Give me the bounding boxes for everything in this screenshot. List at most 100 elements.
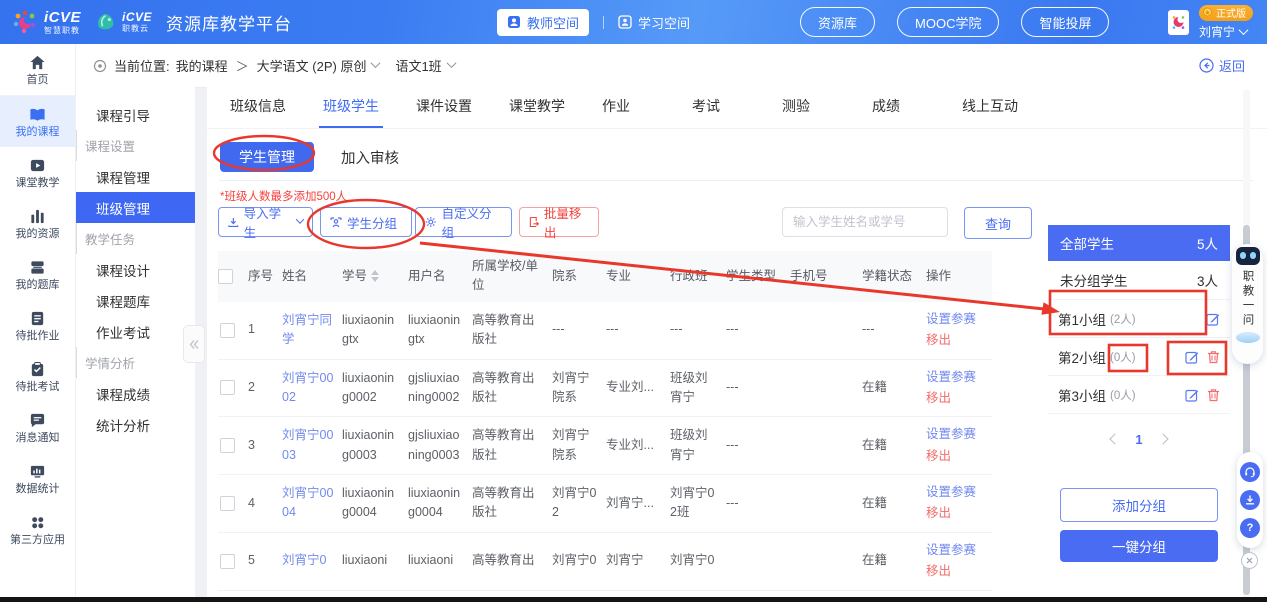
edit-icon[interactable] bbox=[1185, 350, 1199, 364]
student-name-link[interactable]: 刘宵宁同学 bbox=[282, 311, 334, 350]
user-menu[interactable]: 刘宵宁 bbox=[1199, 23, 1247, 40]
sidebar-item-messages[interactable]: 消息通知 bbox=[0, 402, 75, 453]
assistant-widget[interactable]: 职教一问 bbox=[1232, 244, 1263, 364]
course-select[interactable]: 大学语文 (2P) 原创 bbox=[257, 56, 380, 75]
smart-cast-button[interactable]: 智能投屏 bbox=[1021, 7, 1109, 37]
submenu-course-management[interactable]: 课程管理 bbox=[75, 161, 195, 192]
subtab-join-review[interactable]: 加入审核 bbox=[341, 147, 399, 168]
delete-trash-icon[interactable] bbox=[1207, 350, 1220, 364]
cell-school: 高等教育出版社 bbox=[472, 475, 552, 532]
tab-online-interaction[interactable]: 线上互动 bbox=[962, 96, 1018, 128]
query-button[interactable]: 查询 bbox=[964, 207, 1032, 239]
row-checkbox[interactable] bbox=[220, 438, 235, 453]
sort-icon[interactable] bbox=[371, 270, 379, 282]
row-checkbox[interactable] bbox=[220, 323, 235, 338]
remove-link[interactable]: 移出 bbox=[926, 504, 951, 523]
row-checkbox[interactable] bbox=[220, 380, 235, 395]
edit-icon[interactable] bbox=[1206, 312, 1220, 326]
resource-library-button[interactable]: 资源库 bbox=[800, 7, 875, 37]
remove-link[interactable]: 移出 bbox=[926, 389, 951, 408]
sidebar-item-pending-exams[interactable]: 待批考试 bbox=[0, 351, 75, 402]
remove-link[interactable]: 移出 bbox=[926, 562, 951, 581]
submenu-course-question-bank[interactable]: 课程题库 bbox=[75, 285, 195, 316]
medal-icon bbox=[1202, 7, 1213, 18]
header-student-id[interactable]: 学号 bbox=[342, 251, 408, 302]
all-students-count: 5人 bbox=[1197, 233, 1218, 253]
sidebar-item-statistics[interactable]: 数据统计 bbox=[0, 453, 75, 504]
prev-page-icon[interactable] bbox=[1110, 433, 1121, 444]
remove-link[interactable]: 移出 bbox=[926, 447, 951, 466]
row-checkbox[interactable] bbox=[220, 554, 235, 569]
student-search-input[interactable] bbox=[782, 207, 948, 237]
sidebar-item-my-courses[interactable]: 我的课程 bbox=[0, 96, 75, 147]
group-row-1[interactable]: 第1小组 (2人) bbox=[1048, 300, 1230, 338]
app-shortcut-icon[interactable] bbox=[1168, 10, 1189, 35]
close-floating-button[interactable] bbox=[1241, 552, 1258, 569]
tab-grades[interactable]: 成绩 bbox=[872, 96, 900, 128]
group-row-3[interactable]: 第3小组 (0人) bbox=[1048, 376, 1230, 414]
sidebar-item-my-resources[interactable]: 我的资源 bbox=[0, 198, 75, 249]
mooc-college-button[interactable]: MOOC学院 bbox=[897, 7, 999, 37]
brand-icve-zhijiaoyun[interactable]: iCVE 职教云 bbox=[95, 11, 152, 33]
tab-exam[interactable]: 考试 bbox=[692, 96, 720, 128]
custom-grouping-button[interactable]: 自定义分组 bbox=[415, 207, 512, 237]
sidebar-item-label: 消息通知 bbox=[16, 433, 60, 444]
support-headset-button[interactable] bbox=[1240, 462, 1260, 482]
sidebar-item-pending-homework[interactable]: 待批作业 bbox=[0, 300, 75, 351]
set-contest-link[interactable]: 设置参赛 bbox=[926, 483, 976, 502]
select-all-checkbox[interactable] bbox=[218, 269, 233, 284]
sidebar-item-my-question-bank[interactable]: 我的题库 bbox=[0, 249, 75, 300]
back-button[interactable]: 返回 bbox=[1199, 56, 1245, 75]
tab-class-students[interactable]: 班级学生 bbox=[323, 96, 379, 128]
subtab-student-management[interactable]: 学生管理 bbox=[220, 142, 314, 172]
delete-trash-icon[interactable] bbox=[1207, 388, 1220, 402]
tab-courseware-settings[interactable]: 课件设置 bbox=[416, 96, 472, 128]
student-name-link[interactable]: 刘宵宁0003 bbox=[282, 426, 334, 465]
breadcrumb-root[interactable]: 我的课程 bbox=[176, 56, 228, 75]
submenu-statistical-analysis[interactable]: 统计分析 bbox=[75, 409, 195, 440]
tab-class-info[interactable]: 班级信息 bbox=[230, 96, 286, 128]
set-contest-link[interactable]: 设置参赛 bbox=[926, 310, 976, 329]
teacher-space-button[interactable]: 教师空间 bbox=[497, 9, 589, 36]
set-contest-link[interactable]: 设置参赛 bbox=[926, 541, 976, 560]
set-contest-link[interactable]: 设置参赛 bbox=[926, 425, 976, 444]
one-click-group-button[interactable]: 一键分组 bbox=[1060, 530, 1218, 562]
import-students-button[interactable]: 导入学生 bbox=[218, 207, 313, 237]
ungrouped-students-row[interactable]: 未分组学生 3人 bbox=[1048, 261, 1230, 300]
platform-title: 资源库教学平台 bbox=[166, 10, 292, 35]
next-page-icon[interactable] bbox=[1157, 433, 1168, 444]
sidebar-item-home[interactable]: 首页 bbox=[0, 44, 75, 96]
class-select[interactable]: 语文1班 bbox=[395, 56, 454, 75]
all-students-row[interactable]: 全部学生 5人 bbox=[1048, 225, 1230, 261]
tab-quiz[interactable]: 测验 bbox=[782, 96, 810, 128]
set-contest-link[interactable]: 设置参赛 bbox=[926, 368, 976, 387]
batch-remove-label: 批量移出 bbox=[544, 203, 589, 241]
brand-icve-zhihui[interactable]: iCVE 智慧职教 bbox=[12, 9, 81, 35]
tab-homework[interactable]: 作业 bbox=[602, 96, 630, 128]
submenu-course-grades[interactable]: 课程成绩 bbox=[75, 378, 195, 409]
help-button[interactable]: ? bbox=[1240, 518, 1260, 538]
student-grouping-button[interactable]: 学生分组 bbox=[320, 207, 412, 237]
submenu-homework-exam[interactable]: 作业考试 bbox=[75, 316, 195, 347]
sidebar-item-classroom-teaching[interactable]: 课堂教学 bbox=[0, 147, 75, 198]
submenu-class-management[interactable]: 班级管理 bbox=[75, 192, 195, 223]
download-button[interactable] bbox=[1240, 490, 1260, 510]
add-group-button[interactable]: 添加分组 bbox=[1060, 488, 1218, 522]
edit-icon[interactable] bbox=[1185, 388, 1199, 402]
submenu-course-guide[interactable]: 课程引导 bbox=[75, 99, 195, 130]
remove-link[interactable]: 移出 bbox=[926, 331, 951, 350]
student-name-link[interactable]: 刘宵宁0004 bbox=[282, 484, 334, 523]
student-name-link[interactable]: 刘宵宁0002 bbox=[282, 369, 334, 408]
cell-no: 5 bbox=[248, 533, 282, 590]
learning-space-button[interactable]: 学习空间 bbox=[618, 13, 690, 32]
submenu-course-design[interactable]: 课程设计 bbox=[75, 254, 195, 285]
row-checkbox[interactable] bbox=[220, 496, 235, 511]
batch-remove-button[interactable]: 批量移出 bbox=[519, 207, 599, 237]
icve-flower-logo-icon bbox=[12, 9, 38, 35]
student-name-link[interactable]: 刘宵宁0 bbox=[282, 551, 326, 570]
submenu-collapse-button[interactable] bbox=[183, 325, 205, 363]
sidebar-item-third-party-apps[interactable]: 第三方应用 bbox=[0, 504, 75, 555]
page-number[interactable]: 1 bbox=[1135, 432, 1142, 447]
tab-classroom-teaching[interactable]: 课堂教学 bbox=[509, 96, 565, 128]
group-row-2[interactable]: 第2小组 (0人) bbox=[1048, 338, 1230, 376]
